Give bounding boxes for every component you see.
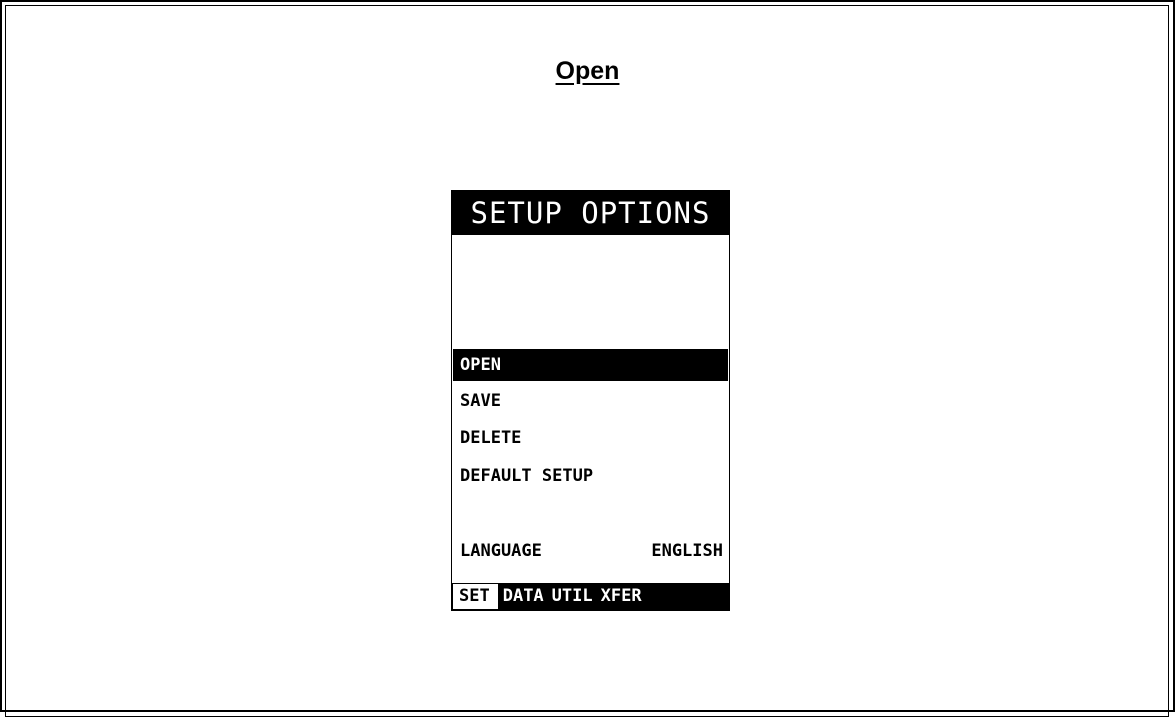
- tab-data[interactable]: DATA: [499, 583, 548, 610]
- menu-item-default-setup[interactable]: DEFAULT SETUP: [453, 460, 728, 492]
- tab-set[interactable]: SET: [452, 583, 499, 610]
- tab-util[interactable]: UTIL: [548, 583, 597, 610]
- screen-header: SETUP OPTIONS: [452, 191, 729, 235]
- language-value: ENGLISH: [651, 541, 723, 561]
- menu-item-delete[interactable]: DELETE: [453, 422, 728, 454]
- tab-xfer[interactable]: XFER: [597, 583, 646, 610]
- language-label: LANGUAGE: [460, 541, 542, 561]
- language-row[interactable]: LANGUAGE ENGLISH: [453, 535, 728, 567]
- page-title: Open: [555, 57, 620, 85]
- menu-item-open[interactable]: OPEN: [453, 349, 728, 381]
- device-screen: SETUP OPTIONS OPEN SAVE DELETE DEFAULT S…: [451, 190, 730, 611]
- menu-item-save[interactable]: SAVE: [453, 385, 728, 417]
- tab-bar: SET DATA UTIL XFER: [452, 583, 729, 610]
